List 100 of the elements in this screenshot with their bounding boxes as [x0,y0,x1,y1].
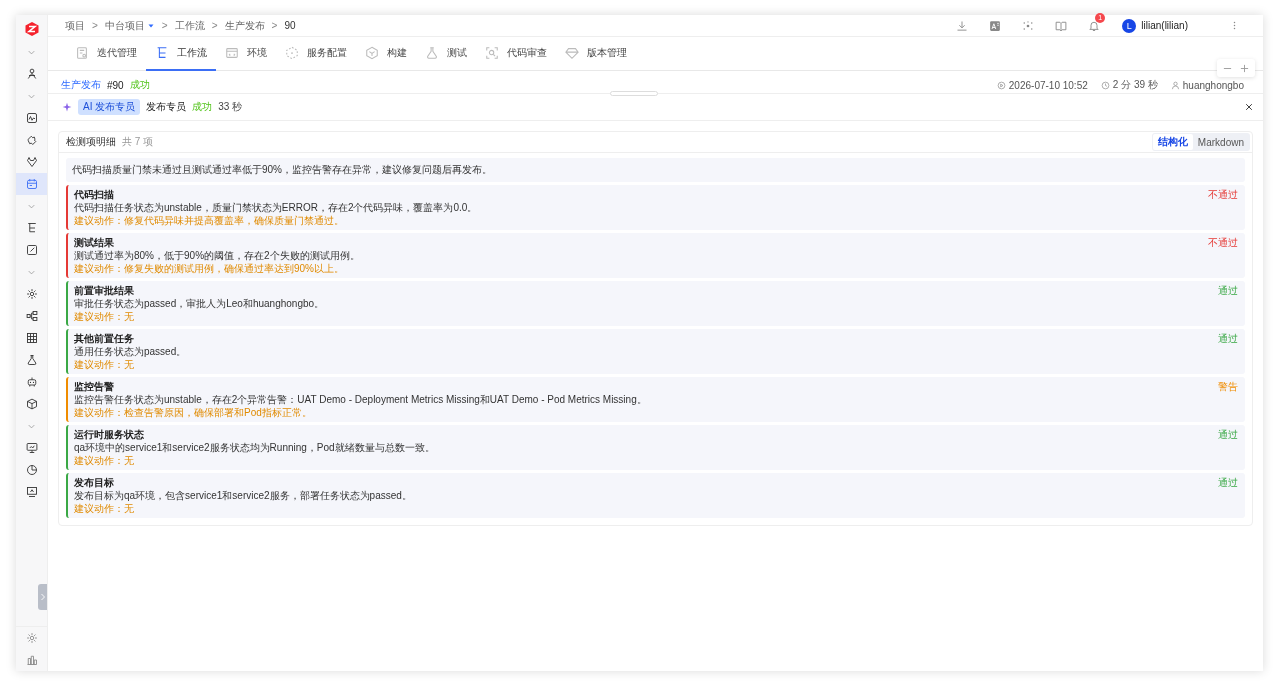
plus-icon[interactable] [1240,63,1249,73]
breadcrumb-separator: > [92,20,98,31]
book-icon[interactable] [1054,19,1067,32]
flow-icon [25,310,38,322]
workflow-link[interactable]: 生产发布 [61,78,101,92]
calendar-icon [25,178,38,190]
collapse-handle[interactable] [38,584,47,610]
advice-text: 建议动作：无 [74,454,135,467]
advice-text: 建议动作：无 [74,502,135,515]
agent-name: 发布专员 [146,100,187,114]
advice-text: 建议动作：检查告警原因，确保部署和Pod指标正常。 [74,406,313,419]
puzzle-icon [25,134,38,146]
breadcrumb-separator: > [211,20,218,31]
screen-icon [25,486,38,498]
breadcrumb-link[interactable]: 生产发布 [224,18,265,33]
check-status: 通过 [1218,332,1238,346]
hexagon-icon [285,46,299,60]
check-title: 发布目标 [74,476,115,489]
check-description: 审批任务状态为passed，审批人为Leo和huanghongbo。 [74,297,325,310]
tab[interactable]: 版本管理 [556,37,636,71]
fox-icon [25,156,38,168]
monitor-icon [25,442,38,454]
cube-icon [25,398,38,410]
advice-text: 建议动作：修复失败的测试用例，确保通过率达到90%以上。 [74,262,345,275]
agent-duration: 33 秒 [218,100,243,114]
report-title: 检测项明细 [66,135,116,149]
sparkle-icon [62,102,72,112]
diamond-icon [565,46,579,60]
tab[interactable]: 测试 [416,37,476,71]
check-title: 其他前置任务 [74,332,135,345]
drag-handle[interactable] [610,91,658,96]
pie-chart-icon [25,464,38,476]
check-description: 代码扫描任务状态为unstable，质量门禁状态为ERROR，存在2个代码异味，覆盖率为0.0。 [74,201,478,214]
check-description: 发布目标为qa环境，包含service1和service2服务，部署任务状态为passed。 [74,489,412,502]
check-status: 不通过 [1208,188,1238,202]
tab[interactable]: 构建 [356,37,416,71]
view-switch[interactable]: 结构化 Markdown [1151,133,1250,151]
check-description: 测试通过率为80%，低于90%的阈值，存在2个失败的测试用例。 [74,249,360,262]
check-status: 不通过 [1208,236,1238,250]
bar-chart-icon[interactable] [25,654,38,666]
check-status: 警告 [1218,380,1238,394]
tab[interactable]: 服务配置 [276,37,356,71]
tab[interactable]: 代码审查 [476,37,556,71]
breadcrumb-link[interactable]: 中台项目 [104,18,155,33]
flask-icon [25,354,38,366]
breadcrumb-link[interactable]: 项目 [65,18,85,33]
download-icon[interactable] [955,19,968,32]
tree-icon [155,46,169,60]
code-window-icon [225,46,239,60]
hexagon-icon [365,46,379,60]
run-status: 成功 [129,78,150,92]
tree-icon [25,222,38,234]
advice-text: 建议动作：无 [74,358,135,371]
check-description: 监控告警任务状态为unstable，存在2个异常告警：UAT Demo - Deployment Metrics Missing和UAT Demo - Pod Metrics Missing。 [74,393,647,406]
check-title: 前置审批结果 [74,284,135,297]
chart-icon [25,112,38,124]
view-option[interactable]: Markdown [1192,134,1249,150]
check-description: 通用任务状态为passed。 [74,345,187,358]
bell-icon[interactable] [1087,19,1100,32]
robot-icon [25,376,38,388]
check-title: 监控告警 [74,380,115,393]
check-status: 通过 [1218,284,1238,298]
breadcrumb-separator: > [161,20,168,31]
advice-text: 建议动作：修复代码异味并提高覆盖率，确保质量门禁通过。 [74,214,345,227]
run-number: #90 [107,79,124,91]
tab[interactable]: 工作流 [146,37,216,71]
run-user: huanghongbo [1182,79,1244,91]
zoom-control[interactable] [1217,59,1255,77]
user-name[interactable]: lilian(lilian) [1141,20,1188,31]
user-icon [1170,80,1180,90]
agent-tag: AI 发布专员 [78,99,141,115]
advice-text: 建议动作：无 [74,310,135,323]
breadcrumb-current: 90 [284,20,296,31]
person-icon [25,68,38,80]
settings-icon[interactable] [25,632,38,644]
translate-icon[interactable] [988,19,1001,32]
edit-icon [25,244,38,256]
check-description: qa环境中的service1和service2服务状态均为Running，Pod就绪数量与总数一致。 [74,441,435,454]
user-avatar[interactable]: L [1122,18,1137,33]
close-icon [1244,102,1254,112]
tab[interactable]: 迭代管理 [66,37,146,71]
scan-icon [485,46,499,60]
document-icon [75,46,89,60]
clock-icon [1100,80,1110,90]
summary-text: 代码扫描质量门禁未通过且测试通过率低于90%，监控告警存在异常，建议修复问题后再发布。 [66,158,1245,182]
check-title: 运行时服务状态 [74,428,145,441]
tab[interactable]: 环境 [216,37,276,71]
duration: 2 分 39 秒 [1112,78,1158,92]
agent-status: 成功 [192,100,213,114]
check-title: 代码扫描 [74,188,115,201]
breadcrumb-separator: > [271,20,278,31]
breadcrumb-link[interactable]: 工作流 [174,18,205,33]
settings-icon [25,288,38,300]
check-title: 测试结果 [74,236,115,249]
play-icon [996,80,1006,90]
start-time: 2026-07-10 10:52 [1008,79,1088,91]
view-option[interactable]: 结构化 [1152,134,1193,150]
check-status: 通过 [1218,428,1238,442]
dots-icon[interactable] [1021,19,1034,32]
check-status: 通过 [1218,476,1238,490]
